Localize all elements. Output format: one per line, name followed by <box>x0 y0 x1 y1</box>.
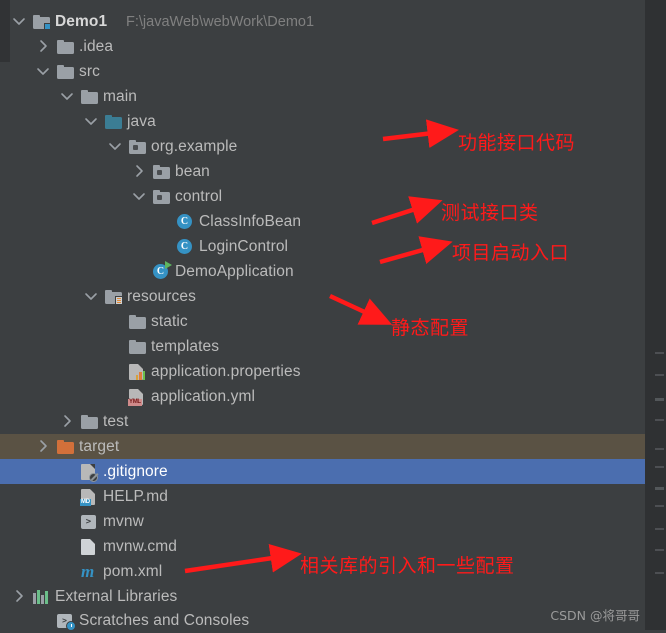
maven-file-icon: m <box>81 562 95 581</box>
annotation-arrow <box>314 280 400 337</box>
tree-row-label: test <box>103 412 129 430</box>
tree-row[interactable]: test <box>0 409 645 434</box>
tree-row-label: mvnw.cmd <box>103 537 178 555</box>
tree-row[interactable]: Demo1 F:\javaWeb\webWork\Demo1 <box>0 9 645 34</box>
tree-row[interactable]: .idea <box>0 34 645 59</box>
chevron-down-icon[interactable] <box>36 64 50 78</box>
tree-row[interactable]: External Libraries <box>0 584 645 609</box>
folder-icon <box>81 414 98 429</box>
tree-row-label: templates <box>151 337 220 355</box>
annotation-text: 相关库的引入和一些配置 <box>300 555 515 577</box>
tree-row[interactable]: MD HELP.md <box>0 484 645 509</box>
chevron-right-icon[interactable] <box>36 439 50 453</box>
annotation-text: 项目启动入口 <box>452 242 570 264</box>
tree-row-label: mvnw <box>103 512 144 530</box>
yml-file-icon: YML <box>128 388 146 406</box>
watermark: CSDN @将哥哥 <box>550 608 640 623</box>
tree-row-label: pom.xml <box>103 562 163 580</box>
project-path: F:\javaWeb\webWork\Demo1 <box>126 13 315 30</box>
tree-row[interactable]: src <box>0 59 645 84</box>
java-class-icon: C <box>177 239 194 254</box>
tree-row-label: LoginControl <box>199 237 289 255</box>
markdown-file-icon: MD <box>80 488 98 506</box>
scratches-icon: > <box>57 613 76 631</box>
tree-row-label: .idea <box>79 37 114 55</box>
tree-row[interactable]: > Scratches and Consoles <box>0 608 645 633</box>
libraries-icon <box>33 589 50 604</box>
tree-row-label: java <box>127 112 156 130</box>
tree-row-label: ClassInfoBean <box>199 212 302 230</box>
gitignore-file-icon <box>81 463 98 482</box>
properties-file-icon <box>129 363 146 380</box>
tree-row-label: application.properties <box>151 362 301 380</box>
cmd-script-icon <box>81 538 98 555</box>
folder-icon <box>129 314 146 329</box>
annotation-text: 静态配置 <box>391 317 470 339</box>
folder-excluded-icon <box>57 439 74 454</box>
tree-row[interactable]: templates <box>0 334 645 359</box>
tree-row[interactable]: control <box>0 184 645 209</box>
tree-row-label: src <box>79 62 100 80</box>
tree-row-label: Demo1 <box>55 12 108 30</box>
tree-row[interactable]: bean <box>0 159 645 184</box>
annotation-arrow <box>364 228 460 278</box>
package-icon <box>129 139 146 154</box>
tree-row-label: static <box>151 312 188 330</box>
java-class-icon: C <box>177 214 194 229</box>
tree-row-label: target <box>79 437 120 455</box>
tree-row-label: Scratches and Consoles <box>79 611 250 629</box>
tree-row[interactable]: target <box>0 434 645 459</box>
project-tool-window: Demo1 F:\javaWeb\webWork\Demo1 .idea src mai… <box>0 0 666 633</box>
folder-source-icon <box>105 114 122 129</box>
annotation-arrow <box>367 115 466 155</box>
tree-row-label: resources <box>127 287 196 305</box>
tree-row-label: org.example <box>151 137 238 155</box>
tree-row-label: bean <box>175 162 210 180</box>
tree-row[interactable]: .gitignore <box>0 459 645 484</box>
tree-row[interactable]: C ClassInfoBean <box>0 209 645 234</box>
annotation-arrow <box>169 539 309 587</box>
folder-project-icon <box>33 14 51 30</box>
chevron-right-icon[interactable] <box>132 164 146 178</box>
tree-row-label: HELP.md <box>103 487 169 505</box>
tree-row-label: main <box>103 87 137 105</box>
package-icon <box>153 189 170 204</box>
folder-icon <box>81 89 98 104</box>
spring-boot-main-icon: C <box>153 261 172 279</box>
chevron-right-icon[interactable] <box>12 589 26 603</box>
chevron-down-icon[interactable] <box>84 114 98 128</box>
folder-icon <box>129 339 146 354</box>
tree-row-label: External Libraries <box>55 587 178 605</box>
tree-row-label: .gitignore <box>103 462 168 480</box>
tree-row[interactable]: main <box>0 84 645 109</box>
package-icon <box>153 164 170 179</box>
tree-row[interactable]: YML application.yml <box>0 384 645 409</box>
tree-row[interactable]: application.properties <box>0 359 645 384</box>
chevron-down-icon[interactable] <box>12 14 26 28</box>
chevron-down-icon[interactable] <box>132 189 146 203</box>
annotation-text: 测试接口类 <box>441 202 539 224</box>
chevron-down-icon[interactable] <box>60 89 74 103</box>
tree-row-label: DemoApplication <box>175 262 294 280</box>
tree-row-label: application.yml <box>151 387 256 405</box>
tree-row-label: control <box>175 187 223 205</box>
chevron-right-icon[interactable] <box>36 39 50 53</box>
chevron-down-icon[interactable] <box>84 289 98 303</box>
chevron-right-icon[interactable] <box>60 414 74 428</box>
editor-sliver <box>645 0 666 630</box>
annotation-text: 功能接口代码 <box>458 132 576 154</box>
chevron-down-icon[interactable] <box>108 139 122 153</box>
folder-resources-icon <box>105 289 123 305</box>
shell-script-icon: > <box>81 514 98 529</box>
folder-icon <box>57 64 74 79</box>
tree-row[interactable]: > mvnw <box>0 509 645 534</box>
folder-icon <box>57 39 74 54</box>
